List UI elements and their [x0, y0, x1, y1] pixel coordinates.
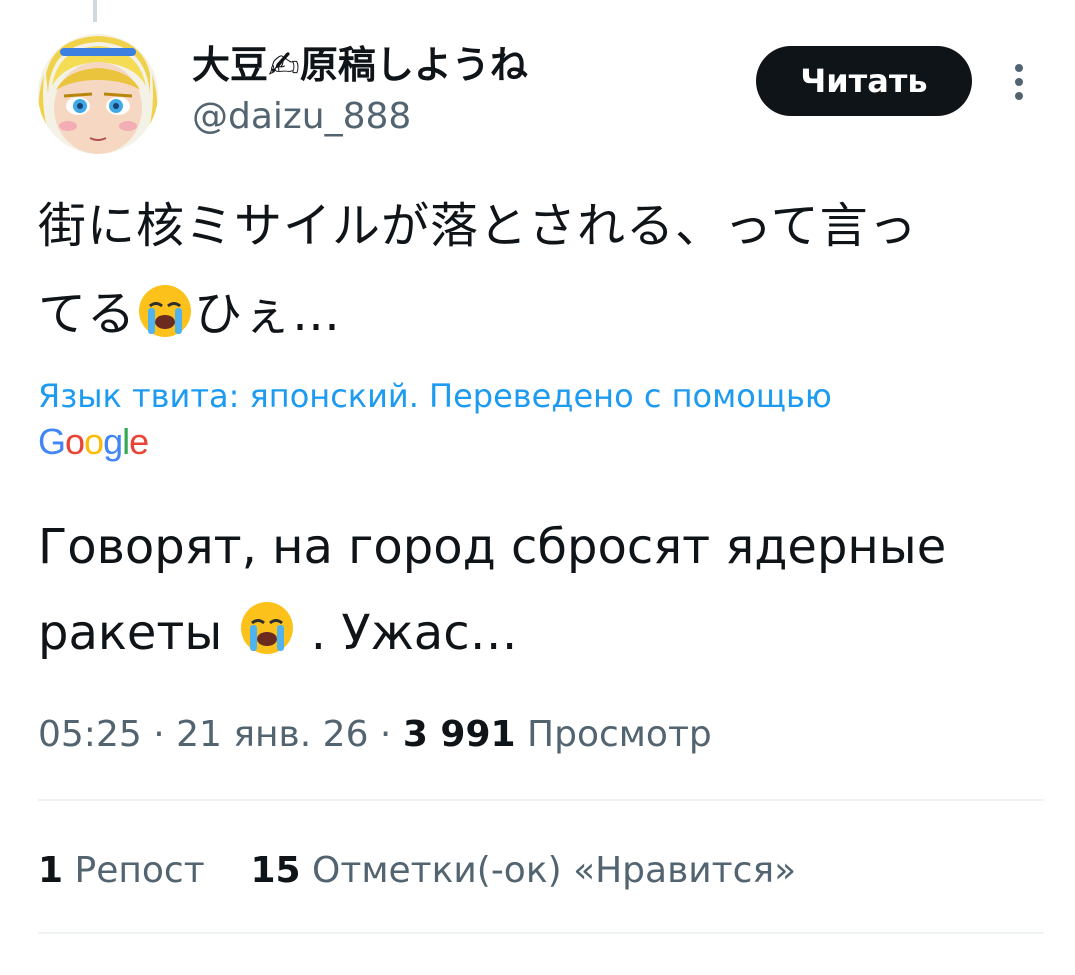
avatar[interactable]: [38, 34, 158, 154]
tweet-time[interactable]: 05:25: [38, 714, 142, 755]
tweet-text-line: てる ひぇ…: [38, 270, 1038, 358]
more-vertical-icon[interactable]: [1005, 60, 1033, 104]
meta-separator: ·: [379, 714, 392, 755]
tweet-text-fragment: てる: [38, 286, 137, 342]
translated-text: Говорят, на город сбросят ядерные ракеты…: [38, 504, 1038, 676]
tweet-date[interactable]: 21 янв. 26: [176, 714, 368, 755]
loudly-crying-face-emoji-icon: [238, 598, 296, 656]
tweet-stats: 1 Репост 15 Отметки(-ок) «Нравится»: [38, 844, 796, 898]
translated-text-fragment: ракеты: [38, 605, 223, 661]
likes-label: Отметки(-ок) «Нравится»: [312, 850, 797, 891]
likes-count: 15: [250, 850, 301, 891]
loudly-crying-face-emoji-icon: [136, 280, 194, 338]
views-count: 3 991: [402, 714, 516, 755]
reposts-label: Репост: [74, 850, 205, 891]
display-name[interactable]: 大豆✍原稿しようね: [192, 40, 528, 90]
tweet-text: 街に核ミサイルが落とされる、って言っ てる ひぇ…: [38, 182, 1038, 358]
reposts-count: 1: [38, 850, 64, 891]
tweet-meta: 05:25 · 21 янв. 26 · 3 991 Просмотр: [38, 708, 712, 762]
divider: [38, 799, 1044, 801]
translated-text-line: ракеты . Ужас…: [38, 590, 1038, 676]
meta-separator: ·: [153, 714, 165, 755]
likes-link[interactable]: 15 Отметки(-ок) «Нравится»: [250, 850, 796, 891]
translated-text-fragment: . Ужас…: [310, 605, 518, 661]
reposts-link[interactable]: 1 Репост: [38, 850, 205, 891]
google-logo: Google: [38, 421, 149, 462]
user-handle[interactable]: @daizu_888: [192, 94, 411, 140]
tweet-text-fragment: ひぇ…: [194, 286, 342, 342]
views-label: Просмотр: [527, 714, 712, 755]
thread-line: [93, 0, 97, 22]
translation-note-link[interactable]: Язык твита: японский. Переведено с помощ…: [38, 374, 1038, 418]
tweet-text-line: 街に核ミサイルが落とされる、って言っ: [38, 198, 918, 254]
tweet-page: 大豆✍原稿しようね @daizu_888 Читать 街に核ミサイルが落とされ…: [0, 0, 1075, 975]
follow-button[interactable]: Читать: [756, 46, 972, 116]
divider: [38, 932, 1044, 934]
translated-text-line: Говорят, на город сбросят ядерные: [38, 519, 947, 575]
